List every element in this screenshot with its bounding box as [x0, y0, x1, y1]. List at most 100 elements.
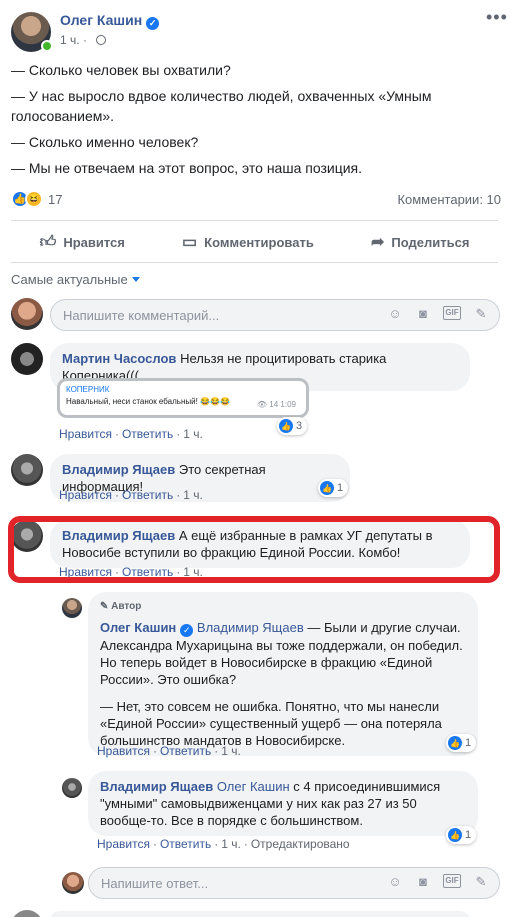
- comment-likes-badge[interactable]: 👍 1: [318, 479, 349, 497]
- gif-icon[interactable]: GIF: [443, 306, 461, 320]
- comment-time[interactable]: 1 ч.: [183, 427, 203, 441]
- reply-input-placeholder: Напишите ответ...: [101, 875, 209, 891]
- reply-likes-badge[interactable]: 👍 1: [446, 826, 477, 844]
- verified-icon: ✓: [180, 624, 194, 637]
- author-tag-label: Автор: [111, 601, 142, 612]
- reply-input[interactable]: Напишите ответ... ☺ ◙ GIF ✎: [88, 867, 500, 899]
- reply-avatar[interactable]: [62, 598, 82, 618]
- haha-reaction-icon: 😆: [25, 190, 43, 208]
- reply-time[interactable]: 1 ч.: [221, 744, 241, 758]
- input-icons: ☺ ◙ GIF ✎: [387, 874, 489, 890]
- reactions-count[interactable]: 17: [48, 192, 62, 207]
- post-line: — У нас выросло вдвое количество людей, …: [11, 88, 432, 124]
- reactions-summary[interactable]: 👍 😆 17: [11, 189, 62, 209]
- like-icon: 👍: [320, 481, 334, 495]
- red-highlight-box: [8, 516, 500, 583]
- camera-icon[interactable]: ◙: [415, 306, 431, 322]
- like-icon: 👍: [279, 419, 293, 433]
- post-time[interactable]: 1 ч.: [60, 33, 80, 47]
- input-icons: ☺ ◙ GIF ✎: [387, 306, 489, 322]
- reply-reply-link[interactable]: Ответить: [160, 837, 211, 851]
- like-button[interactable]: 👍︎ Нравится: [40, 233, 125, 252]
- like-label: Нравится: [63, 234, 125, 250]
- likes-count: 1: [465, 829, 472, 841]
- dot-separator: ·: [82, 33, 91, 47]
- commenter-name[interactable]: Мартин Часослов: [62, 351, 176, 366]
- post-text: — Сколько человек вы охватили? — У нас в…: [11, 60, 491, 184]
- post-actions: 👍︎ Нравится ▭ Комментировать ➦ Поделиться: [11, 226, 498, 258]
- reply-avatar[interactable]: [62, 778, 82, 798]
- comment-actions: Нравится · Ответить · 1 ч.: [59, 427, 203, 441]
- like-icon: 👍: [448, 736, 462, 750]
- sort-label: Самые актуальные: [11, 272, 128, 287]
- comment-likes-badge[interactable]: 👍 3: [277, 417, 308, 435]
- comment-reply-link[interactable]: Ответить: [122, 427, 173, 441]
- likes-count: 1: [337, 482, 344, 494]
- edited-label[interactable]: Отредактировано: [251, 837, 350, 851]
- sticker-icon[interactable]: ✎: [473, 874, 489, 890]
- comment-input-placeholder: Напишите комментарий...: [63, 307, 220, 323]
- reply-text-2: — Нет, это совсем не ошибка. Понятно, чт…: [100, 699, 442, 748]
- comment-actions: Нравится · Ответить · 1 ч.: [59, 488, 203, 502]
- reply-author-name[interactable]: Олег Кашин: [100, 620, 176, 635]
- comment-like-link[interactable]: Нравится: [59, 488, 112, 502]
- reply-like-link[interactable]: Нравится: [97, 837, 150, 851]
- comment-icon: ▭: [182, 234, 198, 251]
- reply-mention[interactable]: Олег Кашин: [217, 779, 290, 794]
- post-meta: 1 ч. ·: [60, 33, 107, 47]
- like-icon: 👍: [448, 828, 462, 842]
- commenter-avatar[interactable]: [11, 343, 43, 375]
- verified-icon: ✓: [146, 17, 160, 30]
- comment-label: Комментировать: [204, 234, 314, 250]
- sort-dropdown[interactable]: Самые актуальные: [11, 272, 140, 287]
- pencil-icon: ✎: [100, 601, 112, 612]
- commenter-avatar[interactable]: [11, 454, 43, 486]
- author-tag: ✎ Автор: [100, 598, 466, 615]
- post-line: — Сколько человек вы охватили?: [11, 62, 231, 78]
- share-label: Поделиться: [391, 234, 470, 250]
- comment-time[interactable]: 1 ч.: [183, 488, 203, 502]
- likes-count: 3: [296, 420, 303, 432]
- online-status-icon: [41, 40, 53, 52]
- reply-likes-badge[interactable]: 👍 1: [446, 734, 477, 752]
- my-avatar: [62, 872, 84, 894]
- commenter-name[interactable]: Владимир Ящаев: [62, 462, 175, 477]
- post-author[interactable]: Олег Кашин ✓: [60, 12, 160, 30]
- comment-attachment[interactable]: КОПЕРНИК Навальный, неси станок ебальный…: [57, 378, 309, 418]
- divider: [11, 262, 498, 263]
- emoji-icon[interactable]: ☺: [387, 874, 403, 890]
- reply-bubble: ✎ Автор Олег Кашин ✓ Владимир Ящаев — Был…: [88, 592, 478, 756]
- divider: [11, 220, 498, 221]
- post-line: — Мы не отвечаем на этот вопрос, это наш…: [11, 160, 363, 176]
- camera-icon[interactable]: ◙: [415, 874, 431, 890]
- reply-like-link[interactable]: Нравится: [97, 744, 150, 758]
- comment-reply-link[interactable]: Ответить: [122, 488, 173, 502]
- sticker-icon[interactable]: ✎: [473, 306, 489, 322]
- reply-bubble: Владимир Ящаев Олег Кашин с 4 присоедини…: [88, 771, 478, 836]
- post-line: — Сколько именно человек?: [11, 134, 199, 150]
- likes-count: 1: [465, 737, 472, 749]
- reply-actions: Нравится · Ответить · 1 ч. · Отредактировано: [97, 837, 350, 851]
- comments-count[interactable]: Комментарии: 10: [397, 192, 501, 207]
- post-author-name[interactable]: Олег Кашин: [60, 12, 142, 28]
- comment-button[interactable]: ▭ Комментировать: [182, 232, 314, 252]
- attachment-title: КОПЕРНИК: [66, 385, 110, 394]
- gif-icon[interactable]: GIF: [443, 874, 461, 888]
- comment-bubble: [50, 911, 470, 917]
- emoji-icon[interactable]: ☺: [387, 306, 403, 322]
- reply-time[interactable]: 1 ч.: [221, 837, 241, 851]
- reply-author-name[interactable]: Владимир Ящаев: [100, 779, 213, 794]
- reply-reply-link[interactable]: Ответить: [160, 744, 211, 758]
- thumbs-up-icon: 👍︎: [39, 233, 57, 251]
- share-icon: ➦: [370, 234, 385, 251]
- comment-like-link[interactable]: Нравится: [59, 427, 112, 441]
- reply-actions: Нравится · Ответить · 1 ч.: [97, 744, 241, 758]
- commenter-avatar[interactable]: [11, 910, 43, 917]
- globe-icon: [96, 35, 107, 45]
- more-options-icon[interactable]: •••: [486, 8, 508, 26]
- caret-down-icon: [131, 277, 140, 282]
- comment-input[interactable]: Напишите комментарий... ☺ ◙ GIF ✎: [50, 299, 500, 331]
- my-avatar: [11, 298, 43, 330]
- reply-mention[interactable]: Владимир Ящаев: [197, 620, 304, 635]
- share-button[interactable]: ➦ Поделиться: [371, 232, 469, 252]
